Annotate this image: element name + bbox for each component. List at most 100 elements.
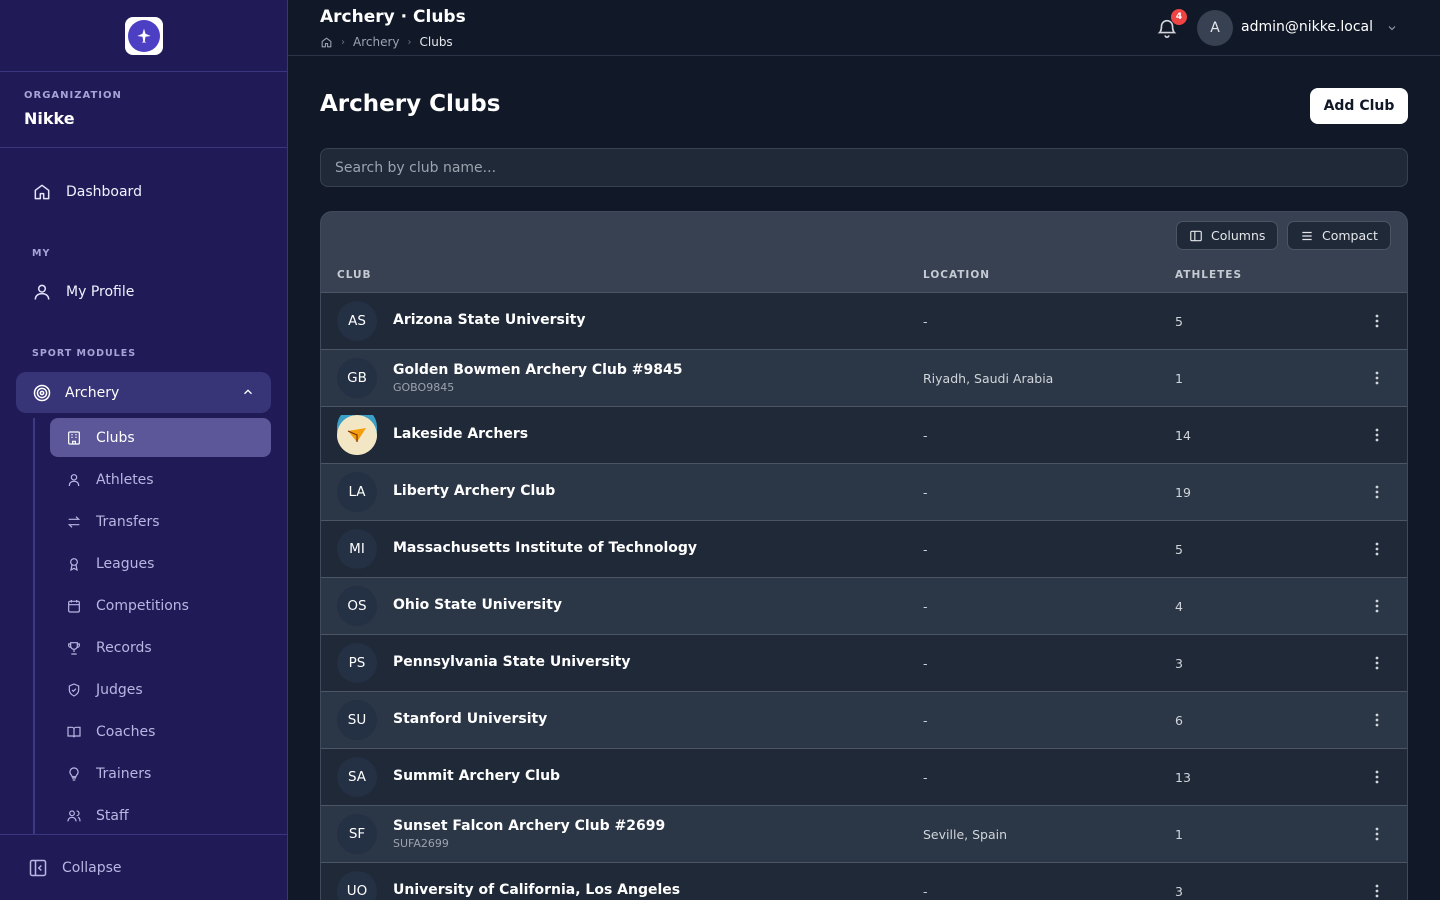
compact-button[interactable]: Compact <box>1287 221 1391 250</box>
organization-logo[interactable] <box>124 16 163 55</box>
nav-archery-module[interactable]: Archery <box>16 372 271 413</box>
table-row[interactable]: MI Massachusetts Institute of Technology -… <box>321 520 1407 577</box>
table-row[interactable]: SA Summit Archery Club - 13 <box>321 748 1407 805</box>
club-location: - <box>923 485 928 500</box>
more-vertical-icon[interactable] <box>1367 539 1387 559</box>
club-location: - <box>923 542 928 557</box>
table-row[interactable]: UO University of California, Los Angeles -… <box>321 862 1407 900</box>
organization-name: Nikke <box>24 109 75 128</box>
club-athletes-count: 6 <box>1175 713 1183 728</box>
more-vertical-icon[interactable] <box>1367 368 1387 388</box>
search-input[interactable] <box>320 148 1408 187</box>
club-athletes-count: 13 <box>1175 770 1191 785</box>
sidebar-item-label: Competitions <box>96 597 189 614</box>
table-row[interactable]: PS Pennsylvania State University - 3 <box>321 634 1407 691</box>
more-vertical-icon[interactable] <box>1367 425 1387 445</box>
sidebar-item-label: Transfers <box>96 513 160 530</box>
award-icon <box>70 557 78 571</box>
club-logo-image <box>337 415 377 455</box>
table-row[interactable]: GB Golden Bowmen Archery Club #9845 GOBO98… <box>321 349 1407 406</box>
table-row[interactable]: SU Stanford University - 6 <box>321 691 1407 748</box>
club-avatar: SU <box>337 700 377 740</box>
breadcrumb-separator: › <box>407 36 412 48</box>
columns-icon <box>1190 230 1202 241</box>
sidebar: ORGANIZATION Nikke Dashboard MY My Profi… <box>0 0 288 900</box>
column-header-location[interactable]: LOCATION <box>923 269 990 281</box>
logo-area <box>0 0 287 72</box>
compact-button-label: Compact <box>1322 228 1378 243</box>
users-icon <box>67 809 81 821</box>
menu-lines-icon <box>1302 231 1312 240</box>
column-header-athletes[interactable]: ATHLETES <box>1175 269 1242 281</box>
more-vertical-icon[interactable] <box>1367 596 1387 616</box>
sidebar-item-label: Clubs <box>96 429 135 446</box>
sidebar-item-records[interactable]: Records <box>50 628 271 667</box>
more-vertical-icon[interactable] <box>1367 824 1387 844</box>
sidebar-item-staff[interactable]: Staff <box>50 796 271 835</box>
more-vertical-icon[interactable] <box>1367 881 1387 900</box>
table-row[interactable]: LA Liberty Archery Club - 19 <box>321 463 1407 520</box>
club-athletes-count: 14 <box>1175 428 1191 443</box>
table-row[interactable]: Lakeside Archers - 14 <box>321 406 1407 463</box>
home-icon[interactable] <box>320 36 333 49</box>
airplane-icon <box>127 19 160 52</box>
sport-modules-label: SPORT MODULES <box>32 348 137 359</box>
club-name[interactable]: Ohio State University <box>393 597 562 613</box>
table-row[interactable]: SF Sunset Falcon Archery Club #2699 SUFA26… <box>321 805 1407 862</box>
paper-plane-icon <box>337 415 377 455</box>
club-name[interactable]: University of California, Los Angeles <box>393 882 680 898</box>
sidebar-item-coaches[interactable]: Coaches <box>50 712 271 751</box>
breadcrumb-archery[interactable]: Archery <box>353 35 400 49</box>
chevron-up-icon[interactable] <box>241 385 255 399</box>
collapse-label: Collapse <box>62 859 122 876</box>
chevron-down-icon[interactable] <box>1386 22 1398 34</box>
book-icon <box>67 726 81 737</box>
add-club-button[interactable]: Add Club <box>1310 88 1408 124</box>
club-name[interactable]: Liberty Archery Club <box>393 483 555 499</box>
sidebar-item-trainers[interactable]: Trainers <box>50 754 271 793</box>
club-code: SUFA2699 <box>393 837 449 850</box>
club-name[interactable]: Sunset Falcon Archery Club #2699 <box>393 818 665 834</box>
nav-dashboard-label: Dashboard <box>66 184 142 200</box>
club-name[interactable]: Stanford University <box>393 711 547 727</box>
user-email[interactable]: admin@nikke.local <box>1241 19 1373 35</box>
sidebar-item-competitions[interactable]: Competitions <box>50 586 271 625</box>
sidebar-item-transfers[interactable]: Transfers <box>50 502 271 541</box>
nav-dashboard[interactable]: Dashboard <box>32 182 142 202</box>
sidebar-item-clubs[interactable]: Clubs <box>50 418 271 457</box>
user-icon <box>34 284 50 300</box>
club-athletes-count: 1 <box>1175 371 1183 386</box>
organization-label: ORGANIZATION <box>24 90 122 101</box>
more-vertical-icon[interactable] <box>1367 653 1387 673</box>
club-name[interactable]: Pennsylvania State University <box>393 654 631 670</box>
column-header-club[interactable]: CLUB <box>337 269 372 281</box>
table-row[interactable]: AS Arizona State University - 5 <box>321 292 1407 349</box>
clubs-table: Columns Compact CLUB LOCATION ATHLETES A… <box>320 211 1408 900</box>
sidebar-collapse-icon <box>29 859 47 876</box>
breadcrumb: › Archery › Clubs <box>320 35 453 49</box>
club-name[interactable]: Massachusetts Institute of Technology <box>393 540 697 556</box>
table-row[interactable]: OS Ohio State University - 4 <box>321 577 1407 634</box>
club-name[interactable]: Golden Bowmen Archery Club #9845 <box>393 362 682 378</box>
sidebar-item-judges[interactable]: Judges <box>50 670 271 709</box>
sidebar-item-label: Leagues <box>96 555 155 572</box>
sidebar-item-athletes[interactable]: Athletes <box>50 460 271 499</box>
more-vertical-icon[interactable] <box>1367 767 1387 787</box>
sidebar-item-leagues[interactable]: Leagues <box>50 544 271 583</box>
club-location: Seville, Spain <box>923 827 1008 842</box>
club-name[interactable]: Lakeside Archers <box>393 426 528 442</box>
club-athletes-count: 3 <box>1175 656 1183 671</box>
club-avatar: MI <box>337 529 377 569</box>
club-avatar: PS <box>337 643 377 683</box>
more-vertical-icon[interactable] <box>1367 311 1387 331</box>
more-vertical-icon[interactable] <box>1367 482 1387 502</box>
nav-my-profile[interactable]: My Profile <box>32 282 134 302</box>
avatar[interactable]: A <box>1197 10 1233 46</box>
nav-archery-label: Archery <box>65 384 120 401</box>
club-name[interactable]: Summit Archery Club <box>393 768 560 784</box>
more-vertical-icon[interactable] <box>1367 710 1387 730</box>
columns-button[interactable]: Columns <box>1176 221 1279 250</box>
club-name[interactable]: Arizona State University <box>393 312 586 328</box>
collapse-sidebar-button[interactable]: Collapse <box>0 834 288 900</box>
building-icon <box>68 430 80 445</box>
